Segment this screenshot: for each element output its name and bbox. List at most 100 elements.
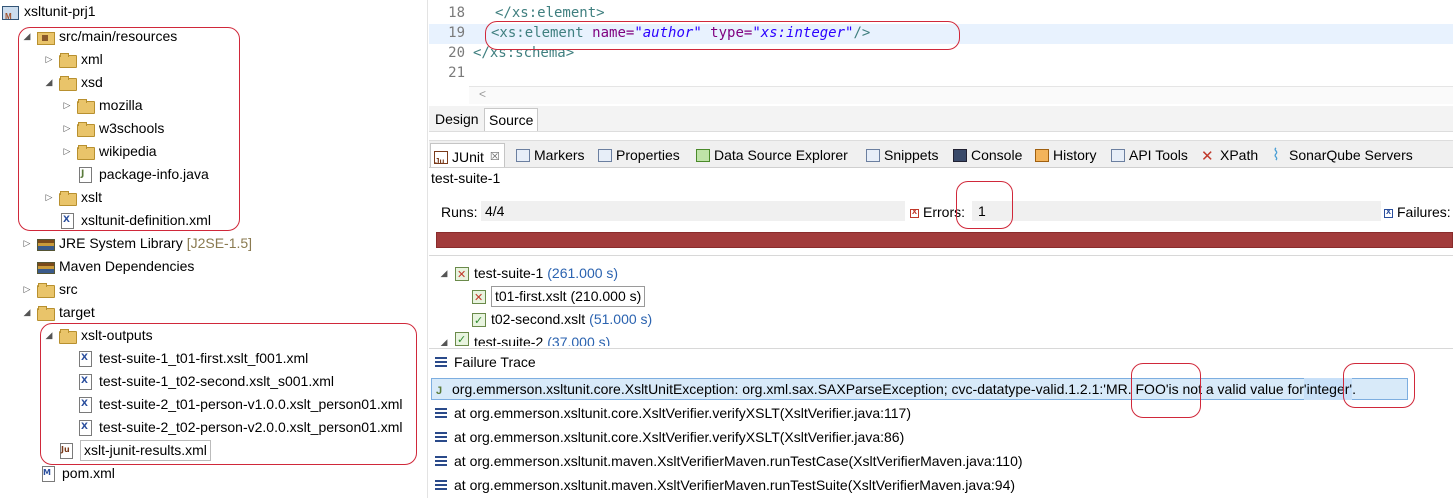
trace-line[interactable]: at org.emmerson.xsltunit.core.XsltVerifi… — [435, 426, 904, 448]
source-folder-icon — [37, 29, 55, 45]
tree-item-wikipedia[interactable]: ▷ wikipedia — [62, 140, 157, 163]
tree-item-target[interactable]: ◢ target — [22, 301, 95, 324]
expanded-arrow-icon[interactable]: ◢ — [44, 324, 54, 347]
junit-icon — [433, 150, 448, 167]
xpath-icon — [1201, 146, 1216, 167]
test-progress-bar — [436, 232, 1453, 248]
folder-icon — [37, 305, 55, 321]
xsd-source-editor[interactable]: 18 </xs:element> 19 <xs:element name="au… — [429, 0, 1453, 106]
errors-label: Errors: — [910, 204, 965, 220]
collapsed-arrow-icon[interactable]: ▷ — [44, 186, 54, 209]
result-item-t02-second[interactable]: t02-second.xslt (51.000 s) — [471, 308, 652, 332]
expanded-arrow-icon[interactable]: ◢ — [22, 301, 32, 324]
tree-item-maven-dependencies[interactable]: Maven Dependencies — [37, 255, 194, 278]
tab-design[interactable]: Design — [431, 108, 483, 131]
collapsed-arrow-icon[interactable]: ▷ — [62, 94, 72, 117]
scroll-left-icon[interactable]: < — [479, 87, 486, 101]
trace-line[interactable]: at org.emmerson.xsltunit.core.XsltVerifi… — [435, 402, 911, 424]
expanded-arrow-icon[interactable]: ◢ — [439, 331, 449, 346]
xml-file-icon — [77, 420, 93, 436]
data-source-icon — [695, 148, 710, 162]
test-error-icon — [471, 287, 486, 309]
tree-item-junit-results[interactable]: xslt-junit-results.xml — [58, 439, 211, 462]
java-file-icon — [77, 167, 93, 183]
failure-trace-header: Failure Trace — [435, 354, 536, 370]
collapsed-arrow-icon[interactable]: ▷ — [62, 140, 72, 163]
snippets-icon — [865, 148, 880, 162]
editor-horizontal-scrollbar[interactable]: < — [469, 86, 1453, 104]
xml-file-icon — [77, 374, 93, 390]
collapsed-arrow-icon[interactable]: ▷ — [22, 278, 32, 301]
xml-file-icon — [59, 213, 75, 229]
tree-item-src[interactable]: ▷ src — [22, 278, 78, 301]
folder-icon — [59, 75, 77, 91]
trace-line-exception[interactable]: org.emmerson.xsltunit.core.XsltUnitExcep… — [435, 378, 1356, 402]
tree-item-output-4[interactable]: test-suite-2_t02-person-v2.0.0.xslt_pers… — [77, 416, 402, 439]
close-tab-icon[interactable]: ☒ — [490, 146, 500, 168]
folder-icon — [59, 190, 77, 206]
trace-line[interactable]: at org.emmerson.xsltunit.maven.XsltVerif… — [435, 474, 1015, 496]
tab-snippets[interactable]: Snippets — [865, 144, 938, 166]
tab-xpath[interactable]: XPath — [1201, 144, 1258, 167]
line-number: 19 — [448, 25, 465, 41]
runs-label: Runs: — [441, 204, 478, 220]
console-icon — [952, 148, 967, 162]
tree-item-xsltunit-definition[interactable]: xsltunit-definition.xml — [59, 209, 211, 232]
xml-file-icon — [77, 397, 93, 413]
trace-line[interactable]: at org.emmerson.xsltunit.maven.XsltVerif… — [435, 450, 1023, 472]
library-icon — [37, 236, 55, 251]
tree-item-xslt[interactable]: ▷ xslt — [44, 186, 102, 209]
folder-icon — [77, 121, 95, 137]
line-number: 18 — [448, 5, 465, 21]
suite-error-icon — [454, 264, 469, 286]
tab-data-source-explorer[interactable]: Data Source Explorer — [695, 144, 848, 166]
tab-api-tools[interactable]: API Tools — [1110, 144, 1188, 166]
tree-item-pom[interactable]: pom.xml — [40, 462, 115, 485]
failures-label: Failures: — [1384, 204, 1451, 220]
result-item-test-suite-1[interactable]: ◢ test-suite-1 (261.000 s) — [439, 262, 619, 286]
tree-item-jre-system-library[interactable]: ▷ JRE System Library [J2SE-1.5] — [22, 232, 252, 255]
result-item-test-suite-2[interactable]: ◢ test-suite-2 (37.000 s) — [439, 331, 610, 346]
collapsed-arrow-icon[interactable]: ▷ — [44, 48, 54, 71]
code-line-20[interactable]: </xs:schema> — [473, 45, 574, 61]
tab-source[interactable]: Source — [484, 108, 539, 131]
collapsed-arrow-icon[interactable]: ▷ — [22, 232, 32, 255]
error-icon — [910, 206, 919, 218]
stack-frame-icon — [435, 480, 447, 490]
stack-trace-icon — [435, 357, 447, 367]
tree-item-src-main-resources[interactable]: ◢ src/main/resources — [22, 25, 177, 48]
tree-item-xslt-outputs[interactable]: ◢ xslt-outputs — [44, 324, 153, 347]
tab-console[interactable]: Console — [952, 144, 1022, 166]
tree-item-package-info[interactable]: package-info.java — [77, 163, 209, 186]
code-line-18[interactable]: </xs:element> — [495, 5, 605, 21]
collapsed-arrow-icon[interactable]: ▷ — [62, 117, 72, 140]
result-item-t01-first[interactable]: t01-first.xslt (210.000 s) — [471, 285, 646, 309]
tree-item-output-1[interactable]: test-suite-1_t01-first.xslt_f001.xml — [77, 347, 308, 370]
tab-junit[interactable]: JUnit ☒ — [430, 143, 505, 168]
separator — [429, 348, 1453, 349]
tree-item-output-2[interactable]: test-suite-1_t02-second.xslt_s001.xml — [77, 370, 334, 393]
tree-item-xml[interactable]: ▷ xml — [44, 48, 103, 71]
tab-markers[interactable]: Markers — [515, 144, 585, 166]
code-line-19[interactable]: <xs:element name="author" type="xs:integ… — [491, 25, 870, 41]
folder-icon — [77, 144, 95, 160]
folder-icon — [59, 52, 77, 68]
expanded-arrow-icon[interactable]: ◢ — [439, 262, 449, 284]
tab-history[interactable]: History — [1034, 144, 1097, 166]
history-icon — [1034, 148, 1049, 162]
errors-value: 1 — [978, 203, 986, 219]
tree-item-xsd[interactable]: ◢ xsd — [44, 71, 103, 94]
tab-properties[interactable]: Properties — [597, 144, 680, 166]
expanded-arrow-icon[interactable]: ◢ — [22, 25, 32, 48]
line-number: 21 — [448, 65, 465, 81]
expanded-arrow-icon[interactable]: ◢ — [44, 71, 54, 94]
tree-item-mozilla[interactable]: ▷ mozilla — [62, 94, 143, 117]
tab-sonarqube-servers[interactable]: SonarQube Servers — [1270, 144, 1413, 167]
folder-icon — [77, 98, 95, 114]
sonarqube-icon — [1270, 145, 1285, 167]
api-tools-icon — [1110, 148, 1125, 162]
tree-item-w3schools[interactable]: ▷ w3schools — [62, 117, 164, 140]
tree-item-project[interactable]: xsltunit-prj1 — [2, 0, 96, 28]
tree-item-output-3[interactable]: test-suite-2_t01-person-v1.0.0.xslt_pers… — [77, 393, 402, 416]
failure-icon — [1384, 206, 1393, 218]
